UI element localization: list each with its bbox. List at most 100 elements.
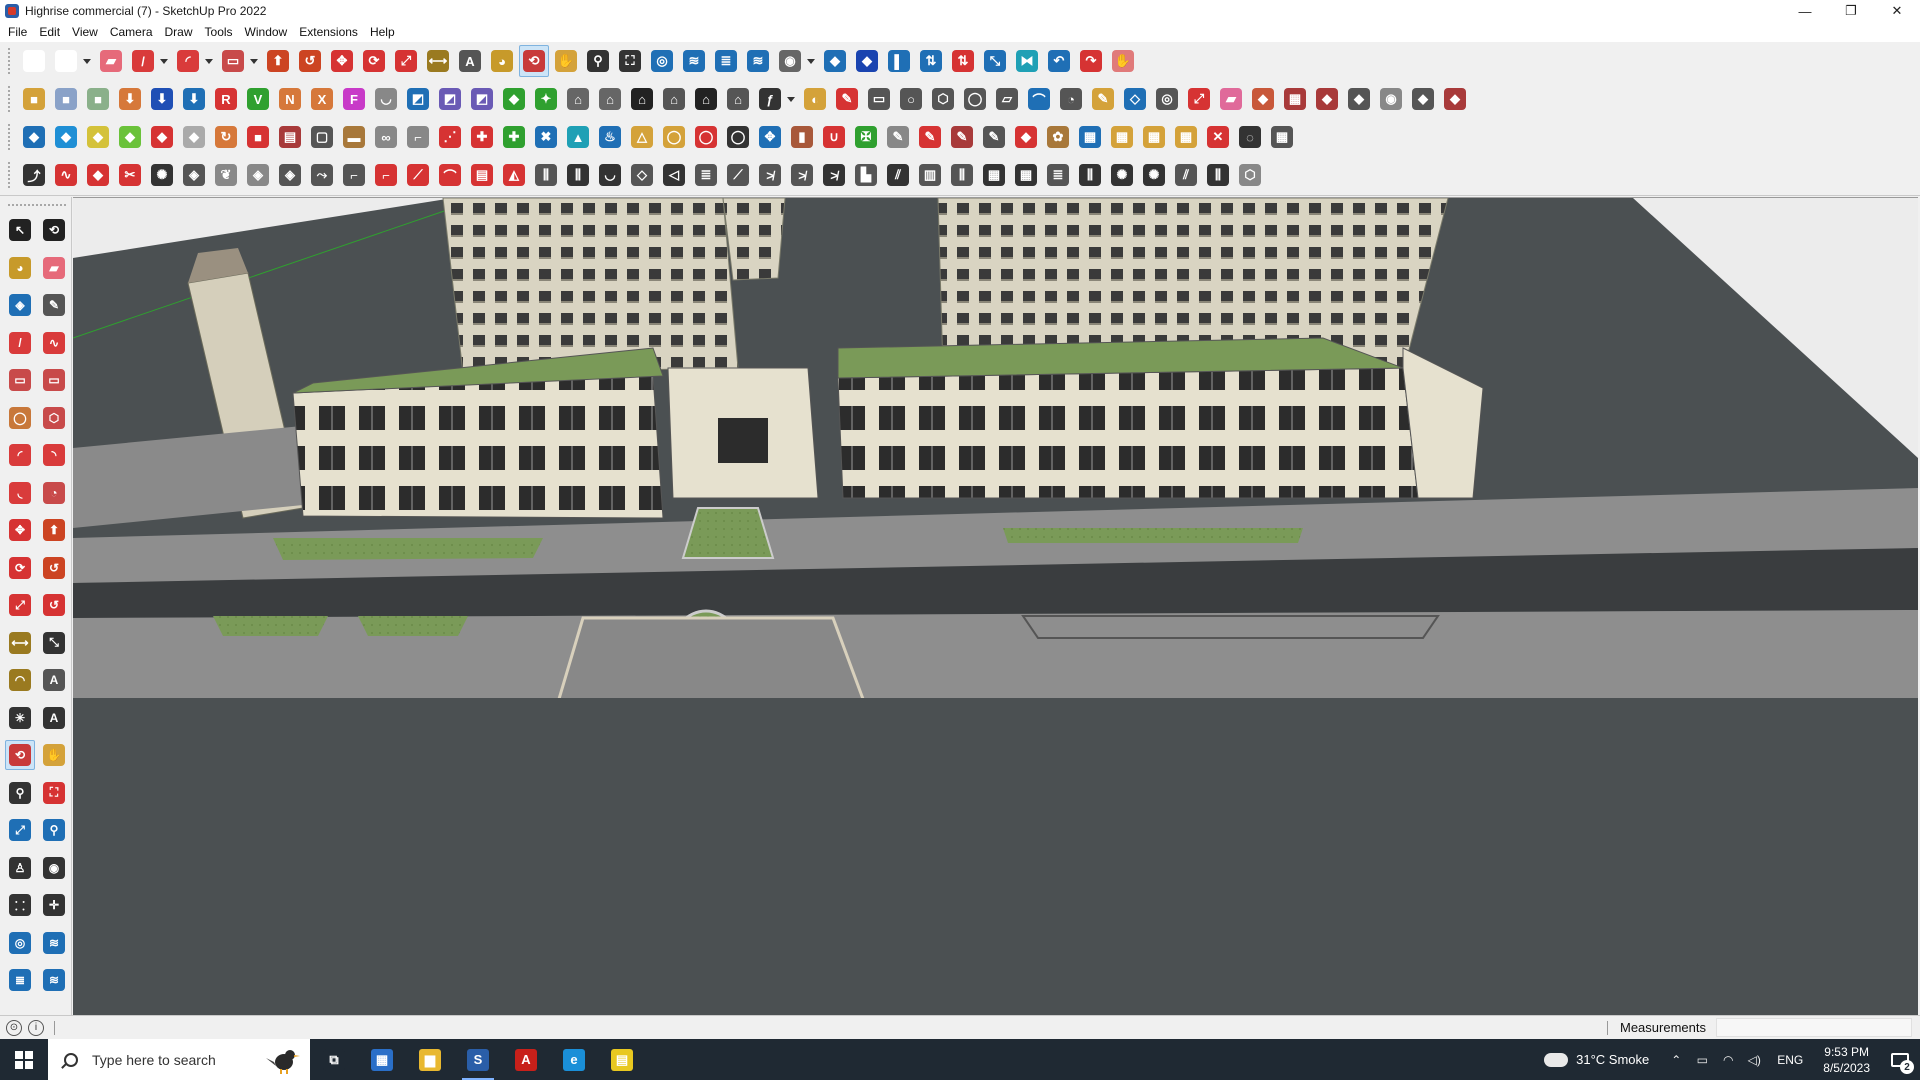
start-button[interactable] [0,1039,48,1080]
measure-axes-button[interactable]: ⤡ [980,45,1010,77]
circle-tool-button[interactable]: ◯ [5,403,35,433]
pull-x-button[interactable]: X [307,83,337,115]
pull-green-button[interactable]: V [243,83,273,115]
select-tool-button[interactable]: ↖ [5,215,35,245]
grey-plane-button[interactable]: ◆ [179,121,209,153]
curve-tool-34-button[interactable]: ⫼ [1075,159,1105,191]
toolbar-grip[interactable] [8,48,12,74]
push-button[interactable]: ⬇ [115,83,145,115]
curve-tool-11-button[interactable]: ⌐ [339,159,369,191]
orbit-tool-button[interactable]: ⟲ [39,215,69,245]
palette-grip[interactable] [8,204,66,208]
position-camera-tool-button[interactable]: ♙ [5,853,35,883]
acrobat-taskbar-button[interactable]: A [502,1039,550,1080]
curve-tool-17-button[interactable]: ⫼ [531,159,561,191]
dimension-button[interactable]: ⤢ [1184,83,1214,115]
curve-tool-8-button[interactable]: ◈ [243,159,273,191]
redo-button[interactable]: ↷ [1076,45,1106,77]
curve-tool-24-button[interactable]: ≯ [755,159,785,191]
house-6-button[interactable]: ⌂ [723,83,753,115]
eraser-tool-button[interactable]: ▰ [39,253,69,283]
arc-dropdown[interactable] [202,45,216,77]
zoom-window-tool-button[interactable]: ⛶ [39,778,69,808]
curve-tool-5-button[interactable]: ✺ [147,159,177,191]
ring-dark-button[interactable]: ◯ [723,121,753,153]
follow-me-tool-button[interactable]: ↺ [39,553,69,583]
curve-tool-21-button[interactable]: ◁ [659,159,689,191]
tape-measure-tool-button[interactable]: ⟷ [5,628,35,658]
clock[interactable]: 9:53 PM 8/5/2023 [1823,1044,1870,1076]
cone-button[interactable]: ▲ [563,121,593,153]
shape-5-button[interactable]: ▱ [992,83,1022,115]
section-plane-tool-button[interactable]: ✛ [39,890,69,920]
maximize-button[interactable]: ❐ [1828,0,1874,22]
solid-button[interactable]: ■ [51,83,81,115]
plugin-3-button[interactable]: ◆ [1312,83,1342,115]
curve-tool-20-button[interactable]: ◇ [627,159,657,191]
warehouse-button[interactable]: ◎ [647,45,677,77]
rectangle-tool-button[interactable]: ▭ [5,365,35,395]
shape-10-button[interactable]: ◎ [1152,83,1182,115]
close-button[interactable]: ✕ [1874,0,1920,22]
menu-window[interactable]: Window [239,22,294,42]
edge-taskbar-button[interactable]: e [550,1039,598,1080]
toolbar-grip[interactable] [8,86,12,112]
curve-tool-30-button[interactable]: ⫼ [947,159,977,191]
info-icon[interactable]: i [28,1019,44,1036]
curve-tool-33-button[interactable]: ≣ [1043,159,1073,191]
curve-tool-27-button[interactable]: ▙ [851,159,881,191]
curve-tool-25-button[interactable]: ≯ [787,159,817,191]
green-plane-button[interactable]: ◆ [115,121,145,153]
pull-orange-button[interactable]: N [275,83,305,115]
menu-help[interactable]: Help [364,22,401,42]
move-button[interactable]: ✥ [327,45,357,77]
task-view-taskbar-button[interactable]: ⧉ [310,1039,358,1080]
menu-draw[interactable]: Draw [159,22,199,42]
sandbox-from-scratch-button[interactable]: ◩ [435,83,465,115]
curve-button[interactable]: ◡ [371,83,401,115]
magnet-button[interactable]: ∪ [819,121,849,153]
rotate-tool-button[interactable]: ⟳ [5,553,35,583]
drape-button[interactable]: ✦ [531,83,561,115]
pan-tool-button[interactable]: ✋ [39,740,69,770]
rectangle-button[interactable]: ▭ [218,45,248,77]
tool-f-button[interactable]: ✿ [1043,121,1073,153]
flip-alt-button[interactable]: ⇅ [948,45,978,77]
curve-tool-29-button[interactable]: ▥ [915,159,945,191]
menu-extensions[interactable]: Extensions [293,22,364,42]
previous-view-tool-button[interactable]: ⚲ [39,815,69,845]
tool-d-button[interactable]: ✎ [979,121,1009,153]
calculator-taskbar-button[interactable]: ▦ [358,1039,406,1080]
triangle-button[interactable]: △ [627,121,657,153]
ring-button[interactable]: ◯ [659,121,689,153]
smoove-button[interactable]: ◩ [467,83,497,115]
toolbar-grip[interactable] [8,124,12,150]
weather-widget[interactable]: 31°C Smoke [1544,1046,1649,1067]
menu-tools[interactable]: Tools [199,22,239,42]
text-button[interactable]: A [455,45,485,77]
red-square-button[interactable]: ■ [243,121,273,153]
tape-measure-button[interactable]: ⟷ [423,45,453,77]
pull-blue-button[interactable]: ⬇ [179,83,209,115]
loop-button[interactable]: ↻ [211,121,241,153]
menu-view[interactable]: View [66,22,104,42]
curve-tool-38-button[interactable]: ⫼ [1203,159,1233,191]
3d-text-tool-button[interactable]: A [39,703,69,733]
flame-button[interactable]: ♨ [595,121,625,153]
orbit-button[interactable]: ⟲ [519,45,549,77]
minimize-button[interactable]: — [1782,0,1828,22]
curve-tool-3-button[interactable]: ◆ [83,159,113,191]
network-monitor-icon[interactable]: ▭ [1691,1053,1713,1067]
select-button[interactable]: ↖ [51,45,81,77]
plugin-5-button[interactable]: ◉ [1376,83,1406,115]
shape-6-button[interactable]: ⌒ [1024,83,1054,115]
house-1-button[interactable]: ⌂ [563,83,593,115]
curve-tool-2-button[interactable]: ∿ [51,159,81,191]
axes-button[interactable]: ✥ [755,121,785,153]
curve-tool-6-button[interactable]: ◈ [179,159,209,191]
scale-button[interactable]: ⤢ [391,45,421,77]
paint-tool-button[interactable]: ◕ [5,253,35,283]
walk-tool-button[interactable]: ⸬ [5,890,35,920]
house-5-button[interactable]: ⌂ [691,83,721,115]
menu-file[interactable]: File [2,22,33,42]
